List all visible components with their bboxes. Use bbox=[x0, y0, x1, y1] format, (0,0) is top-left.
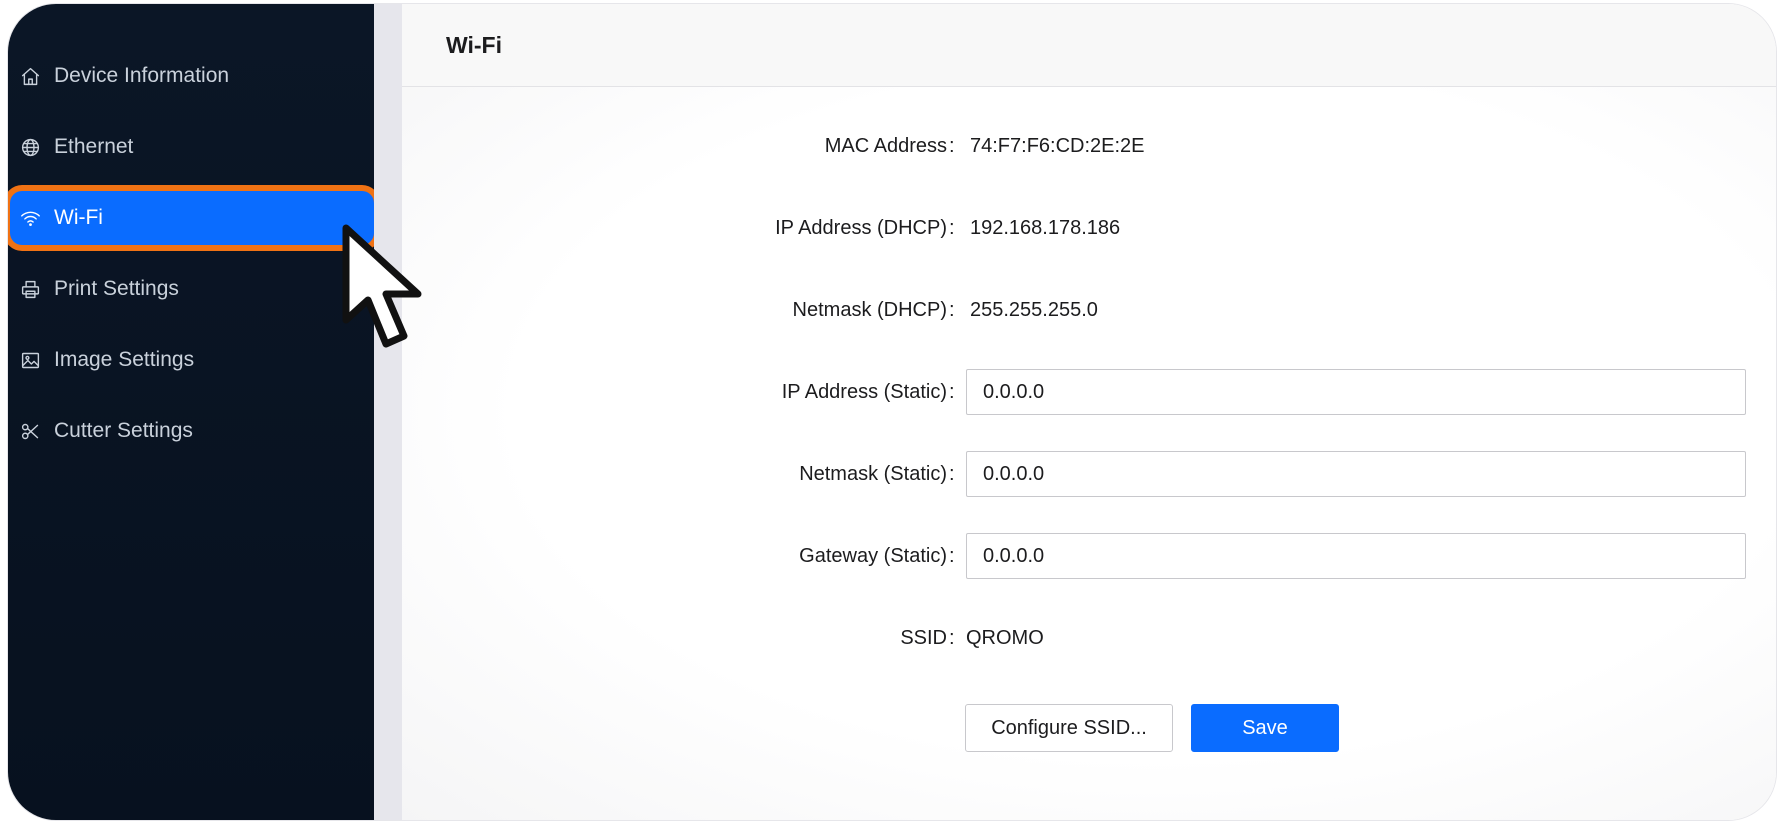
app-window: Device Information Ethernet Wi-Fi Print … bbox=[8, 4, 1776, 820]
image-icon bbox=[18, 348, 42, 372]
label-separator: : bbox=[949, 380, 955, 403]
ip-dhcp-value: 192.168.178.186 bbox=[970, 216, 1121, 239]
ip-static-label: IP Address (Static) bbox=[781, 380, 947, 403]
netmask-dhcp-label: Netmask (DHCP) bbox=[792, 298, 947, 321]
netmask-static-label: Netmask (Static) bbox=[799, 462, 947, 485]
sidebar-item-cutter-settings[interactable]: Cutter Settings bbox=[8, 404, 374, 458]
sidebar-divider bbox=[374, 4, 402, 820]
sidebar-item-print-settings[interactable]: Print Settings bbox=[8, 262, 374, 316]
mac-address-value: 74:F7:F6:CD:2E:2E bbox=[970, 134, 1145, 157]
sidebar-item-image-settings[interactable]: Image Settings bbox=[8, 333, 374, 387]
home-icon bbox=[18, 64, 42, 88]
form-actions: Configure SSID... Save bbox=[965, 704, 1339, 752]
gateway-static-label: Gateway (Static) bbox=[799, 544, 947, 567]
label-separator: : bbox=[949, 298, 955, 321]
sidebar-item-ethernet[interactable]: Ethernet bbox=[8, 120, 374, 174]
sidebar-item-label: Cutter Settings bbox=[54, 419, 193, 442]
printer-icon bbox=[18, 277, 42, 301]
ip-static-input[interactable] bbox=[966, 369, 1746, 415]
sidebar-item-wifi[interactable]: Wi-Fi bbox=[10, 191, 374, 245]
wifi-icon bbox=[18, 206, 42, 230]
sidebar-item-label: Ethernet bbox=[54, 135, 134, 158]
configure-ssid-button[interactable]: Configure SSID... bbox=[965, 704, 1173, 752]
main-panel: Wi-Fi MAC Address : 74:F7:F6:CD:2E:2E IP… bbox=[402, 4, 1776, 820]
gateway-static-input[interactable] bbox=[966, 533, 1746, 579]
ssid-label: SSID bbox=[900, 626, 947, 649]
netmask-dhcp-value: 255.255.255.0 bbox=[970, 298, 1098, 321]
mac-address-row: MAC Address : 74:F7:F6:CD:2E:2E bbox=[402, 122, 1776, 170]
ip-dhcp-row: IP Address (DHCP) : 192.168.178.186 bbox=[402, 204, 1776, 252]
mac-address-label: MAC Address bbox=[824, 134, 947, 157]
label-separator: : bbox=[949, 626, 955, 649]
ip-dhcp-label: IP Address (DHCP) bbox=[775, 216, 947, 239]
netmask-static-input[interactable] bbox=[966, 451, 1746, 497]
label-separator: : bbox=[949, 134, 955, 157]
sidebar-item-label: Wi-Fi bbox=[54, 206, 103, 229]
sidebar-item-label: Image Settings bbox=[54, 348, 195, 371]
ssid-value: QROMO bbox=[966, 626, 1044, 649]
sidebar-item-label: Device Information bbox=[54, 64, 230, 87]
scissors-icon bbox=[18, 419, 42, 443]
label-separator: : bbox=[949, 216, 955, 239]
sidebar-nav: Device Information Ethernet Wi-Fi Print … bbox=[8, 49, 374, 475]
sidebar: Device Information Ethernet Wi-Fi Print … bbox=[8, 4, 374, 820]
ssid-row: SSID : QROMO bbox=[402, 614, 1776, 662]
save-button[interactable]: Save bbox=[1191, 704, 1339, 752]
ip-static-row: IP Address (Static) : bbox=[402, 368, 1776, 416]
sidebar-item-label: Print Settings bbox=[54, 277, 179, 300]
netmask-static-row: Netmask (Static) : bbox=[402, 450, 1776, 498]
gateway-static-row: Gateway (Static) : bbox=[402, 532, 1776, 580]
page-title: Wi-Fi bbox=[402, 4, 1776, 87]
netmask-dhcp-row: Netmask (DHCP) : 255.255.255.0 bbox=[402, 286, 1776, 334]
globe-icon bbox=[18, 135, 42, 159]
sidebar-item-device-information[interactable]: Device Information bbox=[8, 49, 374, 103]
label-separator: : bbox=[949, 462, 955, 485]
label-separator: : bbox=[949, 544, 955, 567]
